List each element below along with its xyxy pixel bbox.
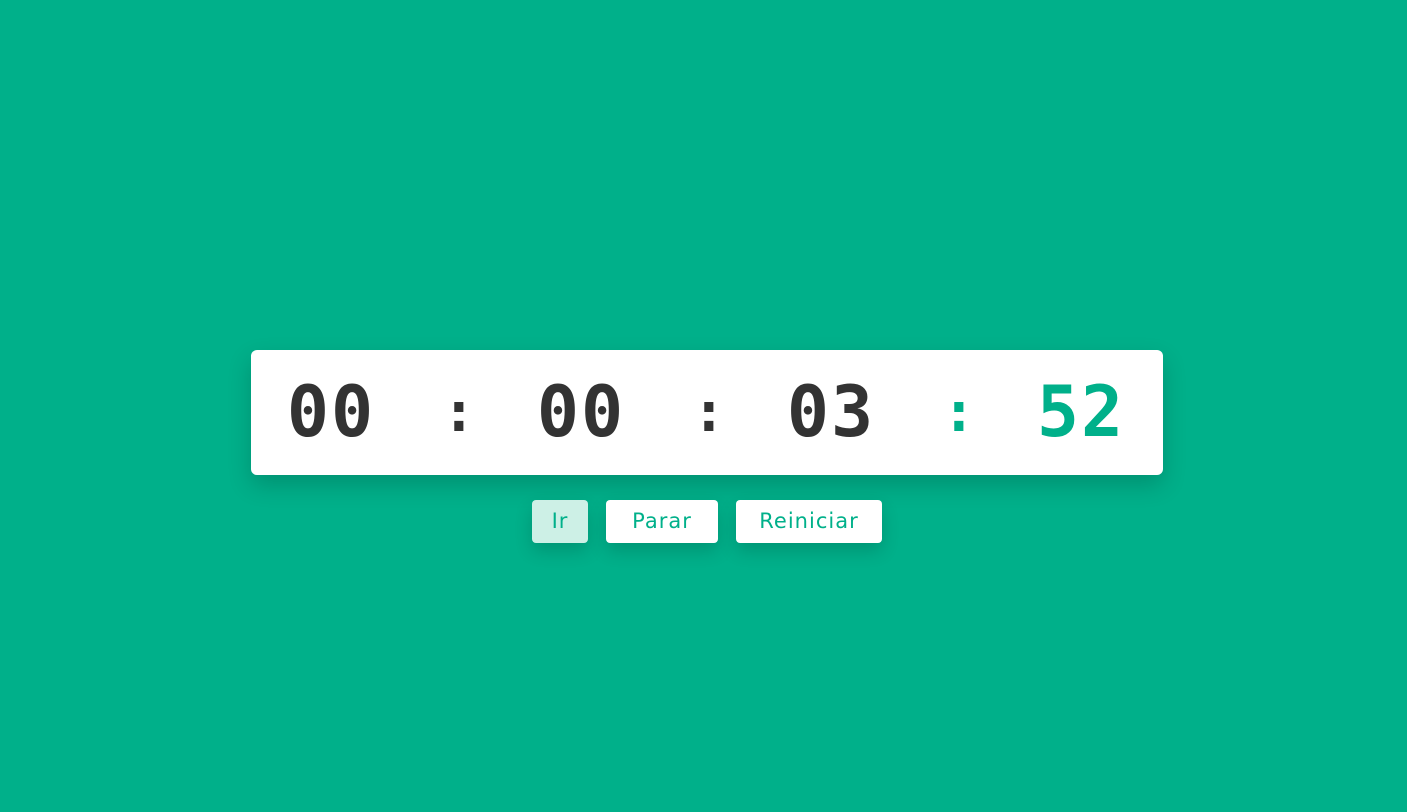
- minutes-value: 00: [536, 371, 626, 453]
- separator-3: :: [942, 380, 976, 445]
- go-button[interactable]: Ir: [532, 500, 588, 543]
- hours-value: 00: [286, 371, 376, 453]
- timer-controls: Ir Parar Reiniciar: [0, 500, 1407, 544]
- seconds-value: 03: [786, 371, 876, 453]
- centiseconds-value: 52: [1036, 371, 1126, 453]
- stop-button[interactable]: Parar: [606, 500, 718, 543]
- reset-button[interactable]: Reiniciar: [736, 500, 882, 543]
- timer-display: 00 : 00 : 03 : 52: [251, 350, 1163, 475]
- separator-2: :: [692, 380, 726, 445]
- separator-1: :: [442, 380, 476, 445]
